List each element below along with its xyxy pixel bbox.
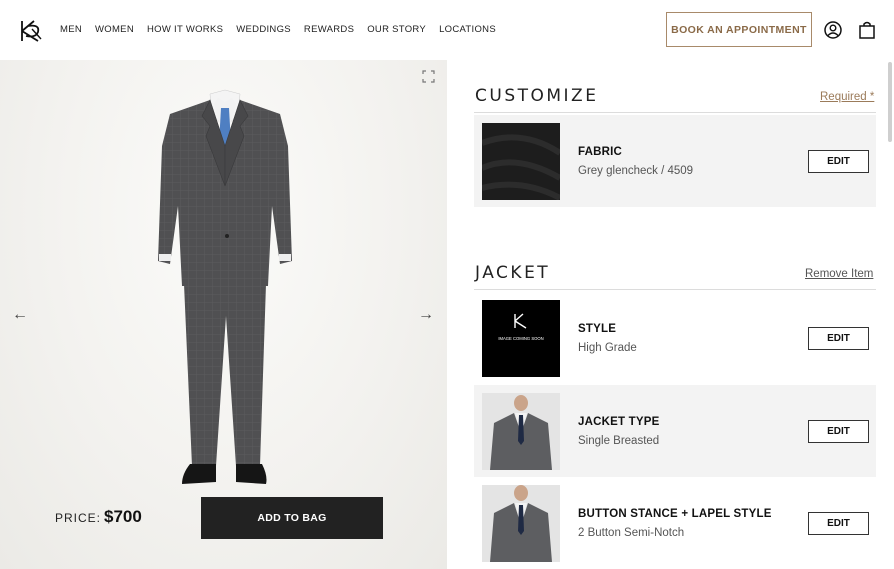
nav-our-story[interactable]: OUR STORY [367,24,426,35]
option-title: STYLE [578,323,617,335]
nav-women[interactable]: WOMEN [95,24,134,35]
option-title: BUTTON STANCE + LAPEL STYLE [578,508,772,520]
edit-fabric-button[interactable]: EDIT [808,150,869,173]
option-row-button-stance: BUTTON STANCE + LAPEL STYLE 2 Button Sem… [474,477,876,569]
shopping-bag-icon[interactable] [857,20,877,40]
main-nav: MEN WOMEN HOW IT WORKS WEDDINGS REWARDS … [60,24,509,35]
jacket-type-thumbnail [482,393,560,470]
option-row-jacket-type: JACKET TYPE Single Breasted EDIT [474,385,876,477]
edit-style-button[interactable]: EDIT [808,327,869,350]
button-stance-thumbnail [482,485,560,562]
book-appointment-button[interactable]: BOOK AN APPOINTMENT [666,12,812,47]
customize-panel: CUSTOMIZE Required * FABRIC Grey glenche… [447,60,894,569]
expand-icon[interactable] [422,70,435,83]
style-thumbnail: IMAGE COMING SOON [482,300,560,377]
site-header: MEN WOMEN HOW IT WORKS WEDDINGS REWARDS … [0,0,894,60]
option-row-fabric: FABRIC Grey glencheck / 4509 EDIT [474,115,876,207]
product-image-stage: ← → PRICE: $700 ADD TO BAG [0,60,447,569]
scrollbar[interactable] [888,62,892,142]
suit-image [158,89,292,484]
option-value: Grey glencheck / 4509 [578,165,694,177]
logo-monogram-icon[interactable] [18,18,44,44]
nav-how-it-works[interactable]: HOW IT WORKS [147,24,223,35]
divider [474,112,876,113]
next-image-arrow-icon[interactable]: → [418,306,436,323]
nav-rewards[interactable]: REWARDS [304,24,354,35]
nav-weddings[interactable]: WEDDINGS [236,24,291,35]
edit-jacket-type-button[interactable]: EDIT [808,420,869,443]
option-value: Single Breasted [578,435,660,447]
divider [474,289,876,290]
jacket-heading: JACKET [475,263,551,283]
customize-heading: CUSTOMIZE [475,86,599,106]
image-coming-soon-text: IMAGE COMING SOON [498,336,543,341]
nav-locations[interactable]: LOCATIONS [439,24,496,35]
add-to-bag-button[interactable]: ADD TO BAG [201,497,383,539]
remove-item-link[interactable]: Remove Item [805,268,873,280]
price-value: $700 [104,507,142,526]
price-label: PRICE: [55,511,102,525]
prev-image-arrow-icon[interactable]: ← [12,306,30,323]
account-icon[interactable] [823,20,843,40]
option-value: High Grade [578,342,637,354]
option-row-style: IMAGE COMING SOON STYLE High Grade EDIT [474,292,876,384]
required-link[interactable]: Required * [820,91,874,103]
edit-button-stance-button[interactable]: EDIT [808,512,869,535]
option-title: JACKET TYPE [578,416,660,428]
option-title: FABRIC [578,146,623,158]
option-value: 2 Button Semi-Notch [578,527,685,539]
fabric-swatch [482,123,560,200]
nav-men[interactable]: MEN [60,24,82,35]
